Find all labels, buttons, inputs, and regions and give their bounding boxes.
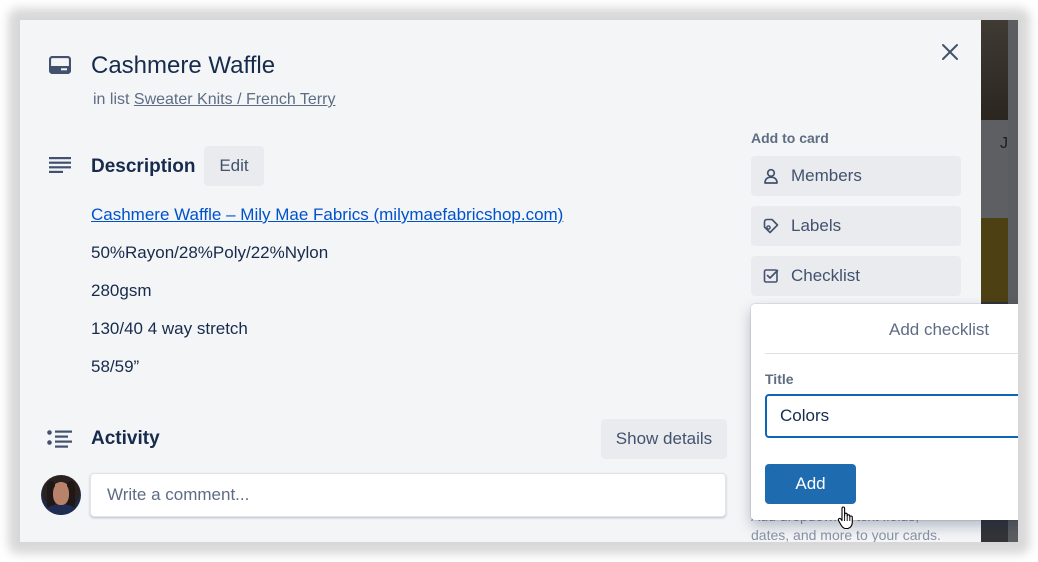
add-checklist-button[interactable]: Add [765, 464, 856, 504]
edit-description-button[interactable]: Edit [204, 146, 264, 186]
label-icon [763, 218, 779, 234]
labels-button[interactable]: Labels [751, 206, 961, 246]
checklist-label: Checklist [791, 266, 860, 285]
description-line: 280gsm [91, 281, 152, 300]
checklist-title-input[interactable] [765, 394, 1018, 438]
labels-label: Labels [791, 216, 842, 235]
add-to-card-heading: Add to card [751, 130, 829, 146]
in-list-prefix: in list [93, 91, 130, 108]
checklist-button[interactable]: Checklist [751, 256, 961, 296]
list-info: in list Sweater Knits / French Terry [93, 91, 335, 109]
comment-input[interactable] [90, 473, 726, 517]
board-card-partial-text: J [1000, 135, 1008, 152]
avatar-face [53, 483, 69, 505]
card-icon [49, 56, 71, 74]
description-link[interactable]: Cashmere Waffle – Mily Mae Fabrics (mily… [91, 205, 563, 225]
description-icon [49, 157, 71, 173]
description-line: 130/40 4 way stretch [91, 319, 248, 338]
show-details-button[interactable]: Show details [601, 419, 727, 459]
list-link[interactable]: Sweater Knits / French Terry [134, 91, 336, 108]
members-button[interactable]: Members [751, 156, 961, 196]
popover-title: Add checklist [889, 320, 990, 339]
member-icon [764, 168, 778, 184]
card-title[interactable]: Cashmere Waffle [91, 52, 275, 80]
activity-heading: Activity [91, 428, 160, 449]
members-label: Members [791, 166, 862, 185]
board-card-image [981, 20, 1008, 120]
add-checklist-popover: Add checklist Title Add [751, 304, 1018, 520]
checklist-icon [763, 269, 779, 283]
description-line: 50%Rayon/28%Poly/22%Nylon [91, 243, 329, 262]
avatar-shirt [45, 505, 77, 515]
close-icon[interactable] [936, 38, 964, 66]
description-heading: Description [91, 156, 196, 177]
hand-cursor-icon [837, 506, 853, 530]
screen: J Cashmere Waffle in list Sweater Knits … [20, 20, 1018, 542]
popover-divider [765, 353, 1018, 354]
board-card-image [981, 218, 1008, 302]
avatar[interactable] [41, 475, 81, 515]
activity-icon [47, 430, 72, 448]
title-field-label: Title [765, 371, 794, 387]
description-line: 58/59” [91, 357, 140, 376]
